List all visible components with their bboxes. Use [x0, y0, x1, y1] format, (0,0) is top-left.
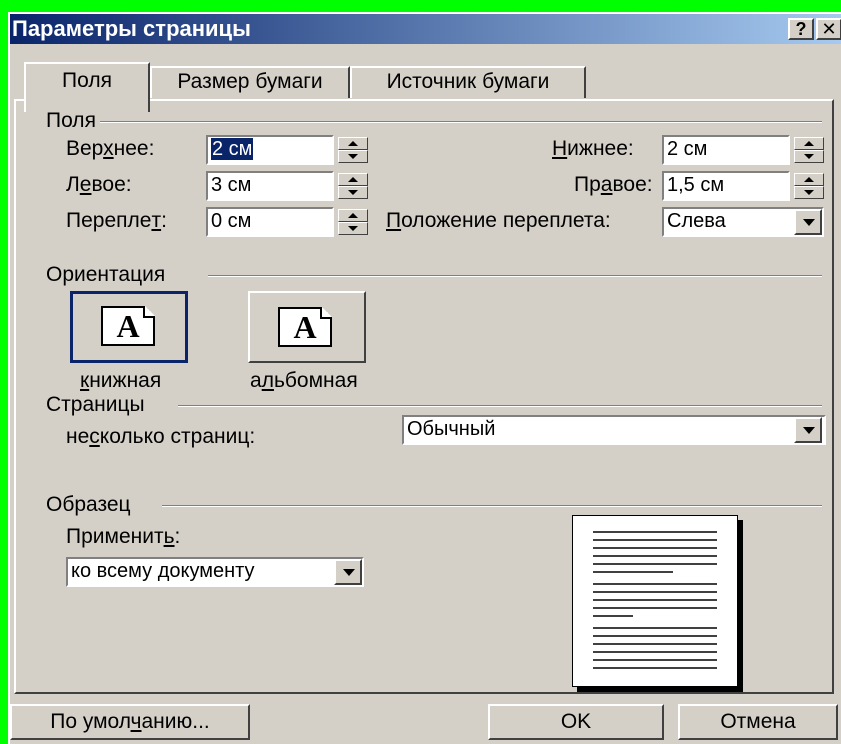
apply-to-dropdown-button[interactable]	[334, 559, 362, 585]
multiple-pages-label: несколько страниц:	[66, 425, 256, 448]
preview-group-label: Образец	[46, 493, 131, 516]
apply-to-select[interactable]: ко всему документу	[66, 557, 364, 587]
spin-up-icon[interactable]	[338, 173, 368, 186]
spin-down-icon[interactable]	[338, 150, 368, 163]
right-margin-value: 1,5 см	[667, 174, 725, 196]
spin-up-icon[interactable]	[794, 173, 824, 186]
tab-margins-label: Поля	[62, 69, 112, 92]
left-margin-value: 3 см	[211, 174, 252, 196]
gutter-position-label: Положение переплета:	[386, 209, 611, 232]
spin-down-icon[interactable]	[794, 186, 824, 199]
close-icon: ✕	[821, 19, 837, 39]
left-margin-spinner[interactable]	[338, 173, 368, 199]
preview-group-divider	[162, 505, 822, 507]
ok-button[interactable]: OK	[488, 704, 664, 740]
orientation-group-label: Ориентация	[46, 263, 166, 286]
orientation-group-divider	[208, 275, 822, 277]
help-button[interactable]: ?	[788, 18, 814, 40]
bottom-margin-spinner[interactable]	[794, 137, 824, 163]
tab-paper-size[interactable]: Размер бумаги	[150, 66, 350, 98]
multiple-pages-select[interactable]: Обычный	[402, 415, 826, 445]
multiple-pages-value: Обычный	[407, 418, 496, 440]
cancel-button[interactable]: Отмена	[678, 704, 838, 740]
landscape-option[interactable]: A	[248, 291, 366, 363]
bottom-margin-input[interactable]: 2 см	[662, 135, 790, 165]
apply-to-value: ко всему документу	[71, 560, 255, 582]
gutter-label: Переплeт:	[66, 209, 167, 232]
help-icon: ?	[795, 19, 807, 39]
cancel-button-label: Отмена	[720, 710, 796, 733]
pages-group-divider	[178, 405, 822, 407]
tab-paper-source[interactable]: Источник бумаги	[350, 66, 586, 98]
right-margin-input[interactable]: 1,5 см	[662, 171, 790, 201]
margins-group-label: Поля	[46, 109, 96, 132]
spin-up-icon[interactable]	[794, 137, 824, 150]
gutter-value: 0 см	[211, 210, 252, 232]
landscape-label: альбомная	[250, 369, 358, 392]
bottom-margin-label: Нижнее:	[552, 137, 634, 160]
left-margin-input[interactable]: 3 см	[206, 171, 334, 201]
top-margin-label: Верхнее:	[66, 137, 155, 160]
spin-up-icon[interactable]	[338, 209, 368, 222]
gutter-position-value: Слева	[667, 210, 726, 232]
multiple-pages-dropdown-button[interactable]	[794, 417, 822, 443]
page-setup-dialog: Параметры страницы ? ✕ Поля Размер бумаг…	[8, 12, 841, 744]
portrait-label: книжная	[80, 369, 162, 392]
page-preview-image	[572, 515, 738, 687]
gutter-input[interactable]: 0 см	[206, 207, 334, 237]
top-margin-spinner[interactable]	[338, 137, 368, 163]
right-margin-spinner[interactable]	[794, 173, 824, 199]
apply-to-label: Применить:	[66, 525, 181, 548]
spin-down-icon[interactable]	[794, 150, 824, 163]
gutter-position-dropdown-button[interactable]	[794, 209, 822, 235]
tab-panel-margins: Поля Верхнее: 2 см Нижнее: 2 см Левое: 3…	[14, 99, 834, 694]
dialog-title: Параметры страницы	[12, 16, 251, 41]
document-preview-icon	[593, 531, 717, 669]
chevron-down-icon	[803, 219, 815, 226]
spin-down-icon[interactable]	[338, 186, 368, 199]
tab-margins[interactable]: Поля	[24, 62, 150, 112]
default-button[interactable]: По умолчанию...	[10, 704, 250, 740]
title-bar[interactable]: Параметры страницы ? ✕	[10, 14, 841, 44]
portrait-option[interactable]: A	[70, 291, 188, 363]
top-margin-input[interactable]: 2 см	[206, 135, 334, 165]
landscape-page-icon: A	[278, 307, 332, 347]
spin-down-icon[interactable]	[338, 222, 368, 235]
right-margin-label: Правое:	[574, 173, 653, 196]
pages-group-label: Страницы	[46, 393, 145, 416]
chevron-down-icon	[803, 427, 815, 434]
gutter-spinner[interactable]	[338, 209, 368, 235]
margins-group-divider	[100, 121, 822, 123]
close-button[interactable]: ✕	[816, 18, 841, 40]
tab-paper-size-label: Размер бумаги	[177, 70, 323, 93]
top-margin-value: 2 см	[211, 138, 254, 160]
tab-paper-source-label: Источник бумаги	[386, 70, 550, 93]
left-margin-label: Левое:	[66, 173, 132, 196]
portrait-page-icon: A	[101, 306, 155, 346]
spin-up-icon[interactable]	[338, 137, 368, 150]
chevron-down-icon	[343, 569, 355, 576]
bottom-margin-value: 2 см	[667, 138, 708, 160]
ok-button-label: OK	[560, 710, 592, 733]
